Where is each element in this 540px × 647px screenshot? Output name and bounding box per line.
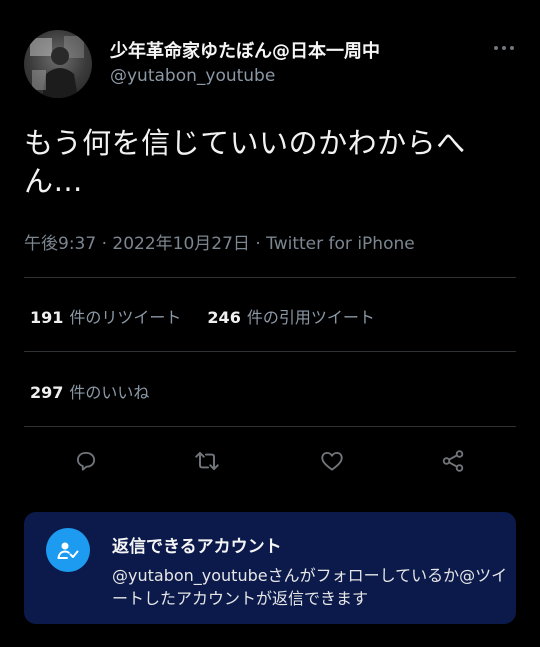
retweet-count[interactable]: 191 件のリツイート — [30, 304, 181, 328]
avatar-photo — [30, 36, 84, 98]
reply-restriction-card: 返信できるアカウント @yutabon_youtubeさんがフォローしているか@… — [24, 512, 516, 624]
display-name[interactable]: 少年革命家ゆたぼん@日本一周中 — [110, 37, 380, 63]
action-bar — [24, 442, 516, 480]
tweet-source[interactable]: Twitter for iPhone — [266, 234, 415, 254]
divider — [24, 426, 516, 427]
quote-count[interactable]: 246 件の引用ツイート — [207, 304, 374, 328]
reply-icon[interactable] — [67, 442, 105, 480]
more-icon[interactable] — [488, 36, 520, 60]
tweet-time[interactable]: 午後9:37 — [24, 234, 96, 254]
divider — [24, 351, 516, 352]
reply-restriction-description: @yutabon_youtubeさんがフォローしているか@ツイートしたアカウント… — [112, 566, 508, 608]
user-handle[interactable]: @yutabon_youtube — [110, 66, 275, 86]
meta-separator: · — [96, 234, 113, 254]
share-icon[interactable] — [434, 442, 472, 480]
tweet-text: もう何を信じていいのかわからへん… — [24, 126, 466, 198]
avatar[interactable] — [24, 30, 92, 98]
engagement-stats: 191 件のリツイート 246 件の引用ツイート — [30, 304, 375, 328]
like-count[interactable]: 297 件のいいね — [30, 379, 149, 403]
tweet-date[interactable]: 2022年10月27日 — [112, 234, 250, 254]
heart-icon[interactable] — [313, 442, 351, 480]
reply-restriction-title: 返信できるアカウント — [112, 537, 282, 557]
person-check-icon — [46, 528, 90, 572]
meta-separator: · — [249, 234, 267, 254]
retweet-icon[interactable] — [188, 442, 226, 480]
tweet-meta: 午後9:37 · 2022年10月27日 · Twitter for iPhon… — [24, 229, 415, 254]
divider — [24, 277, 516, 278]
like-stats: 297 件のいいね — [30, 379, 149, 403]
